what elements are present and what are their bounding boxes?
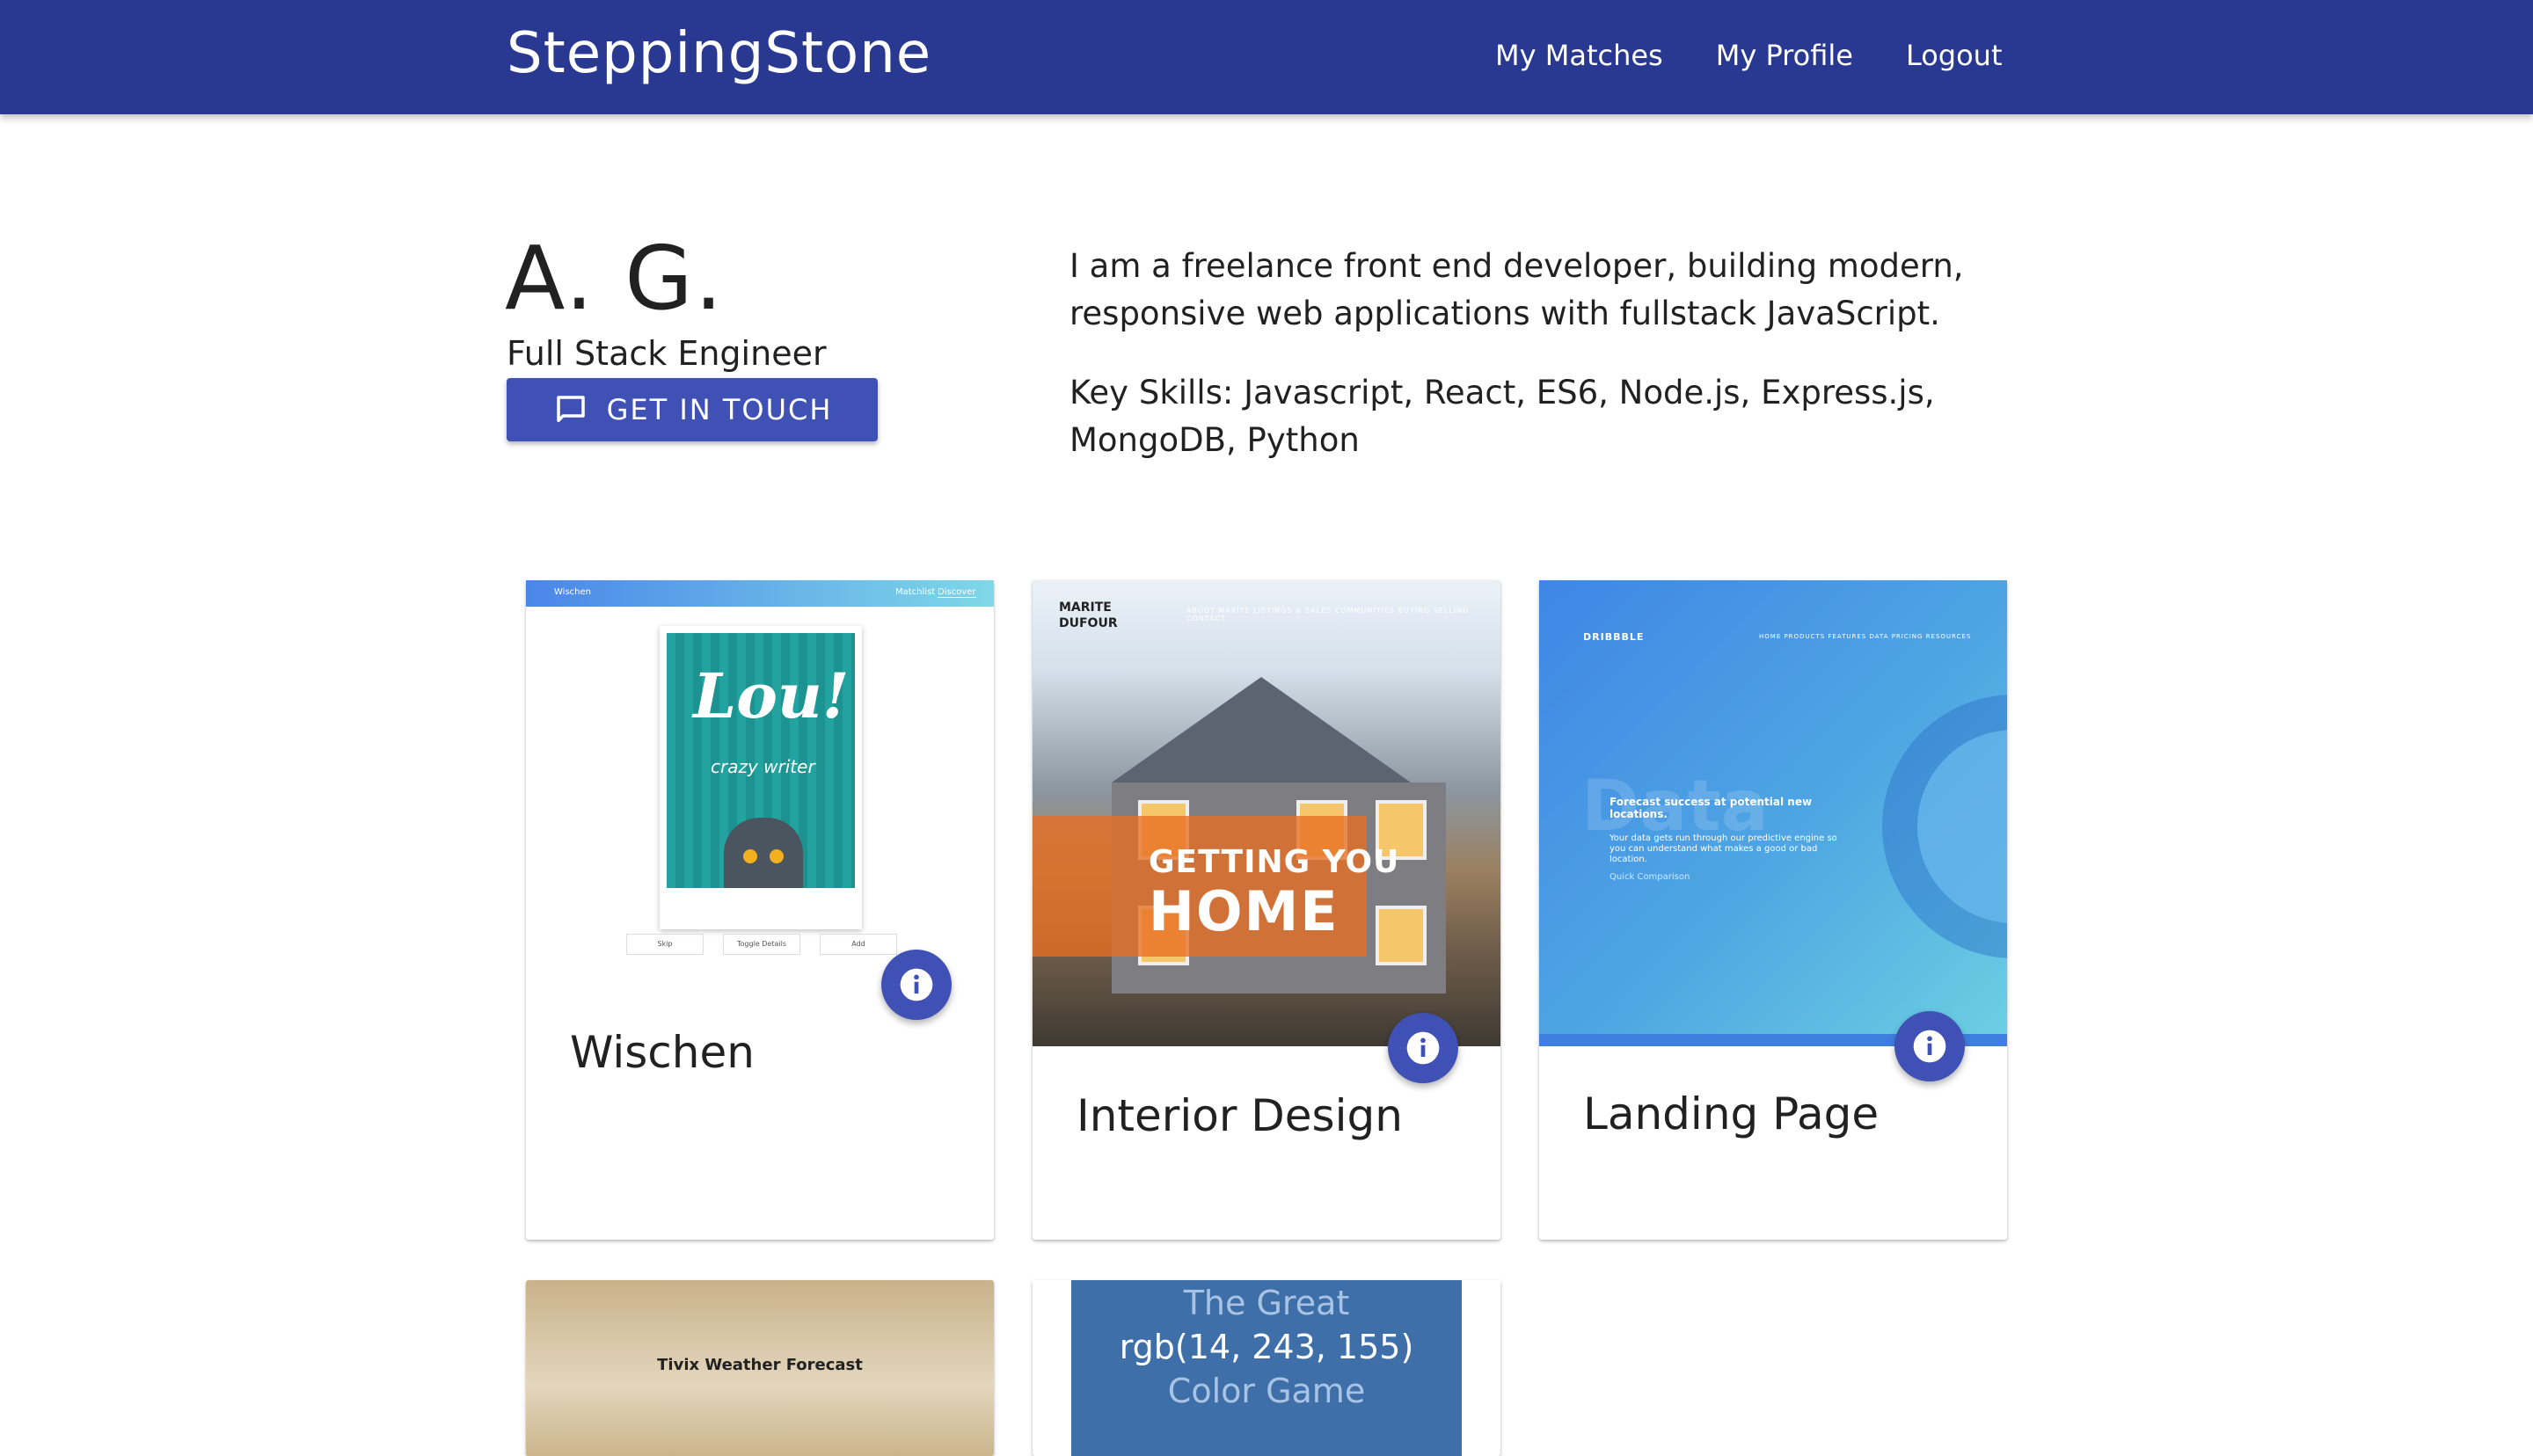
headline-small: GETTING YOU xyxy=(1149,844,1400,880)
project-card-wischen[interactable]: Wischen Matchlist Discover Lou! crazy wr… xyxy=(526,580,994,1240)
nav-link-my-matches[interactable]: My Matches xyxy=(1495,39,1663,72)
thumb-add-button: Add xyxy=(820,934,897,955)
bio-paragraph: I am a freelance front end developer, bu… xyxy=(1069,247,1964,332)
info-icon xyxy=(900,968,933,1001)
project-card-landing-page[interactable]: DRIBBBLE HOME PRODUCTS FEATURES DATA PRI… xyxy=(1539,580,2007,1240)
thumb-skip-button: Skip xyxy=(626,934,704,955)
thumb-body: Your data gets run through our predictiv… xyxy=(1610,834,1837,864)
thumb-brand: DRIBBBLE xyxy=(1583,631,1645,643)
thumb-toggle-details-button: Toggle Details xyxy=(723,934,800,955)
get-in-touch-label: GET IN TOUCH xyxy=(606,393,833,426)
thumb-header: Wischen Matchlist Discover xyxy=(526,580,994,607)
info-button[interactable] xyxy=(1388,1013,1458,1083)
info-icon xyxy=(1913,1030,1946,1063)
project-thumbnail[interactable]: Wischen Matchlist Discover Lou! crazy wr… xyxy=(526,580,994,958)
project-thumbnail[interactable]: DRIBBBLE HOME PRODUCTS FEATURES DATA PRI… xyxy=(1539,580,2007,1046)
brand-logo[interactable]: SteppingStone xyxy=(507,21,931,86)
house-photo xyxy=(1033,580,1500,1046)
thumb-brand: Wischen xyxy=(554,587,591,597)
thumb-menu-item: Discover xyxy=(938,587,976,598)
get-in-touch-button[interactable]: GET IN TOUCH xyxy=(507,378,878,441)
thumb-line-3: Color Game xyxy=(1167,1372,1366,1410)
thumb-menu: HOME PRODUCTS FEATURES DATA PRICING RESO… xyxy=(1759,633,1972,640)
cat-illustration xyxy=(724,818,803,888)
project-title: Landing Page xyxy=(1583,1088,1880,1139)
project-title: Interior Design xyxy=(1077,1090,1403,1141)
nav-link-my-profile[interactable]: My Profile xyxy=(1716,39,1853,72)
nav-link-logout[interactable]: Logout xyxy=(1906,39,2003,72)
thumb-title: Tivix Weather Forecast xyxy=(657,1356,863,1374)
key-skills-paragraph: Key Skills: Javascript, React, ES6, Node… xyxy=(1069,374,1935,459)
project-title: Wischen xyxy=(570,1027,755,1078)
nav-links: My Matches My Profile Logout xyxy=(1495,39,2055,72)
project-thumbnail[interactable]: MARITE DUFOUR ABOUT MARITE LISTINGS & SA… xyxy=(1033,580,1500,1046)
info-button[interactable] xyxy=(1894,1011,1965,1081)
project-thumbnail[interactable]: The Great rgb(14, 243, 155) Color Game xyxy=(1033,1280,1500,1456)
project-card-interior-design[interactable]: MARITE DUFOUR ABOUT MARITE LISTINGS & SA… xyxy=(1033,580,1500,1240)
project-card-color-game[interactable]: The Great rgb(14, 243, 155) Color Game xyxy=(1033,1280,1500,1456)
thumb-line-2: rgb(14, 243, 155) xyxy=(1119,1328,1414,1366)
navbar: SteppingStone My Matches My Profile Logo… xyxy=(0,0,2533,114)
headline-big: HOME xyxy=(1149,879,1339,943)
thumb-line-1: The Great xyxy=(1183,1284,1350,1322)
profile-title: Full Stack Engineer xyxy=(507,334,827,373)
thumb-menu: ABOUT MARITE LISTINGS & SALES COMMUNITIE… xyxy=(1186,607,1470,622)
thumb-logo: MARITE DUFOUR xyxy=(1059,601,1118,630)
project-thumbnail[interactable]: Tivix Weather Forecast xyxy=(526,1280,994,1456)
thumb-menu-item: Matchlist xyxy=(895,587,936,597)
profile-name: A. G. xyxy=(505,227,725,330)
profile-bio: I am a freelance front end developer, bu… xyxy=(1069,243,2019,496)
poster-title: Lou! xyxy=(693,659,850,732)
project-card-tivix-weather[interactable]: Tivix Weather Forecast xyxy=(526,1280,994,1456)
chat-bubble-icon xyxy=(556,396,585,422)
thumb-heading: Forecast success at potential new locati… xyxy=(1610,796,1813,820)
poster-image: Lou! crazy writer xyxy=(660,626,862,929)
info-button[interactable] xyxy=(881,950,952,1020)
info-icon xyxy=(1406,1031,1440,1065)
thumb-link: Quick Comparison xyxy=(1610,872,1690,882)
poster-subtitle: crazy writer xyxy=(711,756,815,777)
